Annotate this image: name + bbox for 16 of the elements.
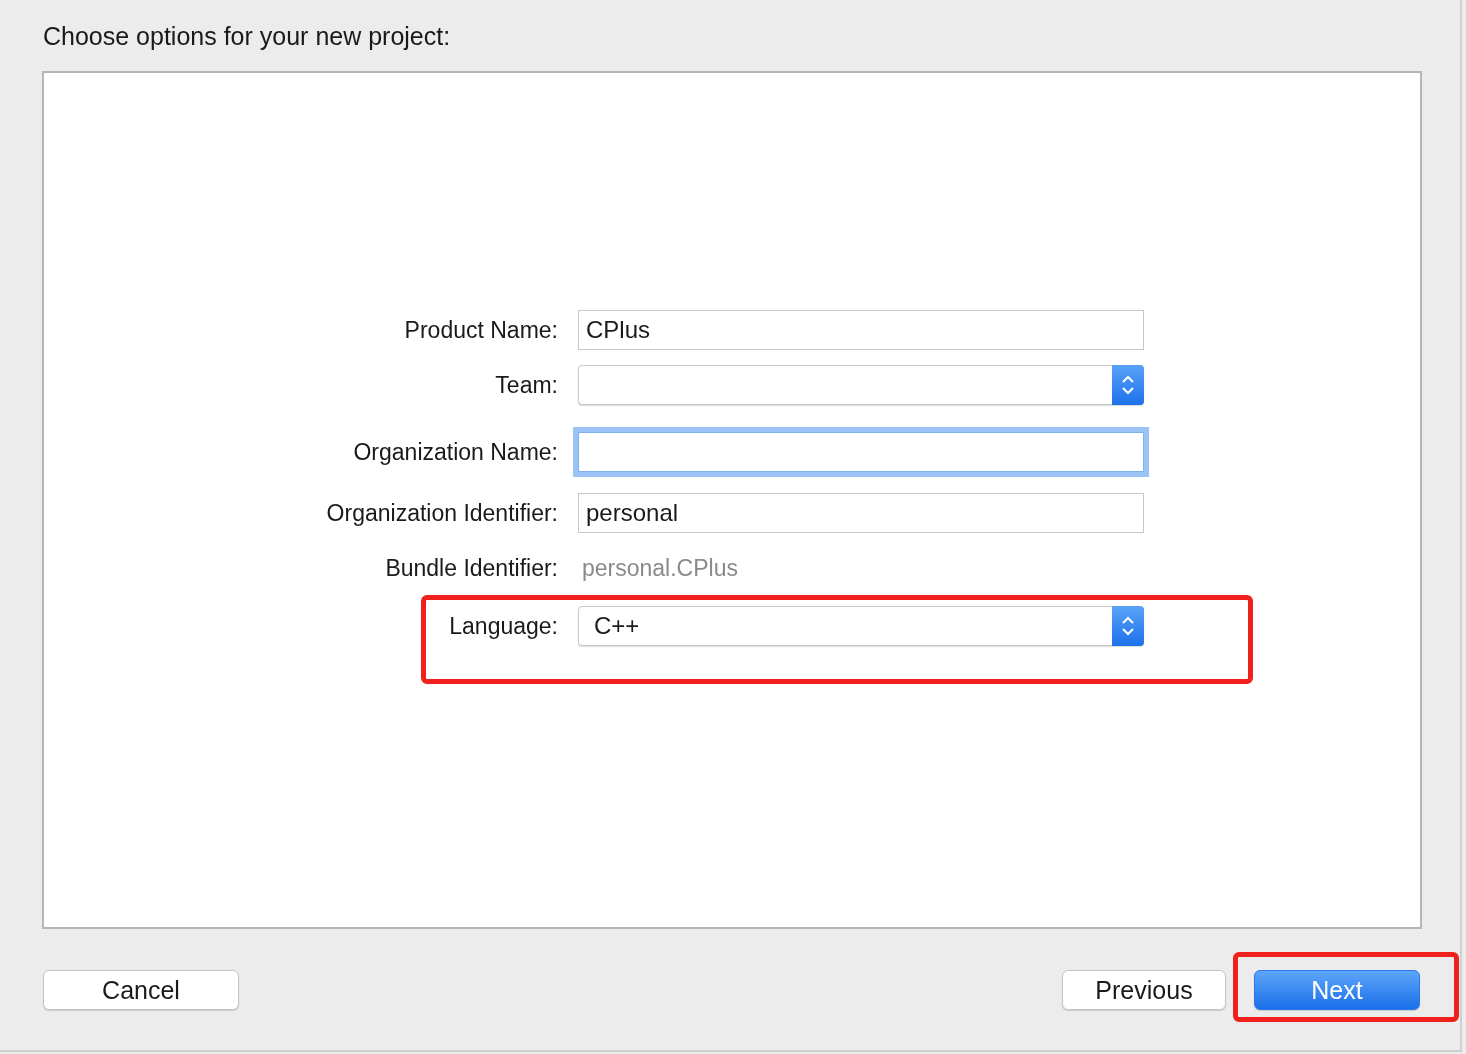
button[interactable]: Previous — [1062, 970, 1226, 1010]
button[interactable]: Cancel — [43, 970, 239, 1010]
dialog-heading: Choose options for your new project: — [42, 21, 452, 52]
text-field[interactable]: CPlus — [578, 310, 1144, 350]
bundle-identifier: personal.CPlus — [581, 554, 738, 582]
field-label: Organization Identifier: — [325, 499, 558, 527]
popup-menu[interactable] — [578, 365, 1144, 405]
field-label: Bundle Identifier: — [384, 554, 558, 582]
field-label: Team: — [494, 371, 558, 399]
field-label: Language: — [448, 612, 558, 640]
text-field[interactable]: personal — [578, 493, 1144, 533]
field-label: Organization Name: — [352, 438, 558, 466]
popup-menu[interactable]: C++ — [578, 606, 1144, 646]
stepper-arrows-icon — [1121, 373, 1135, 397]
field-label: Product Name: — [403, 316, 558, 344]
stepper-arrows-icon — [1121, 614, 1135, 638]
